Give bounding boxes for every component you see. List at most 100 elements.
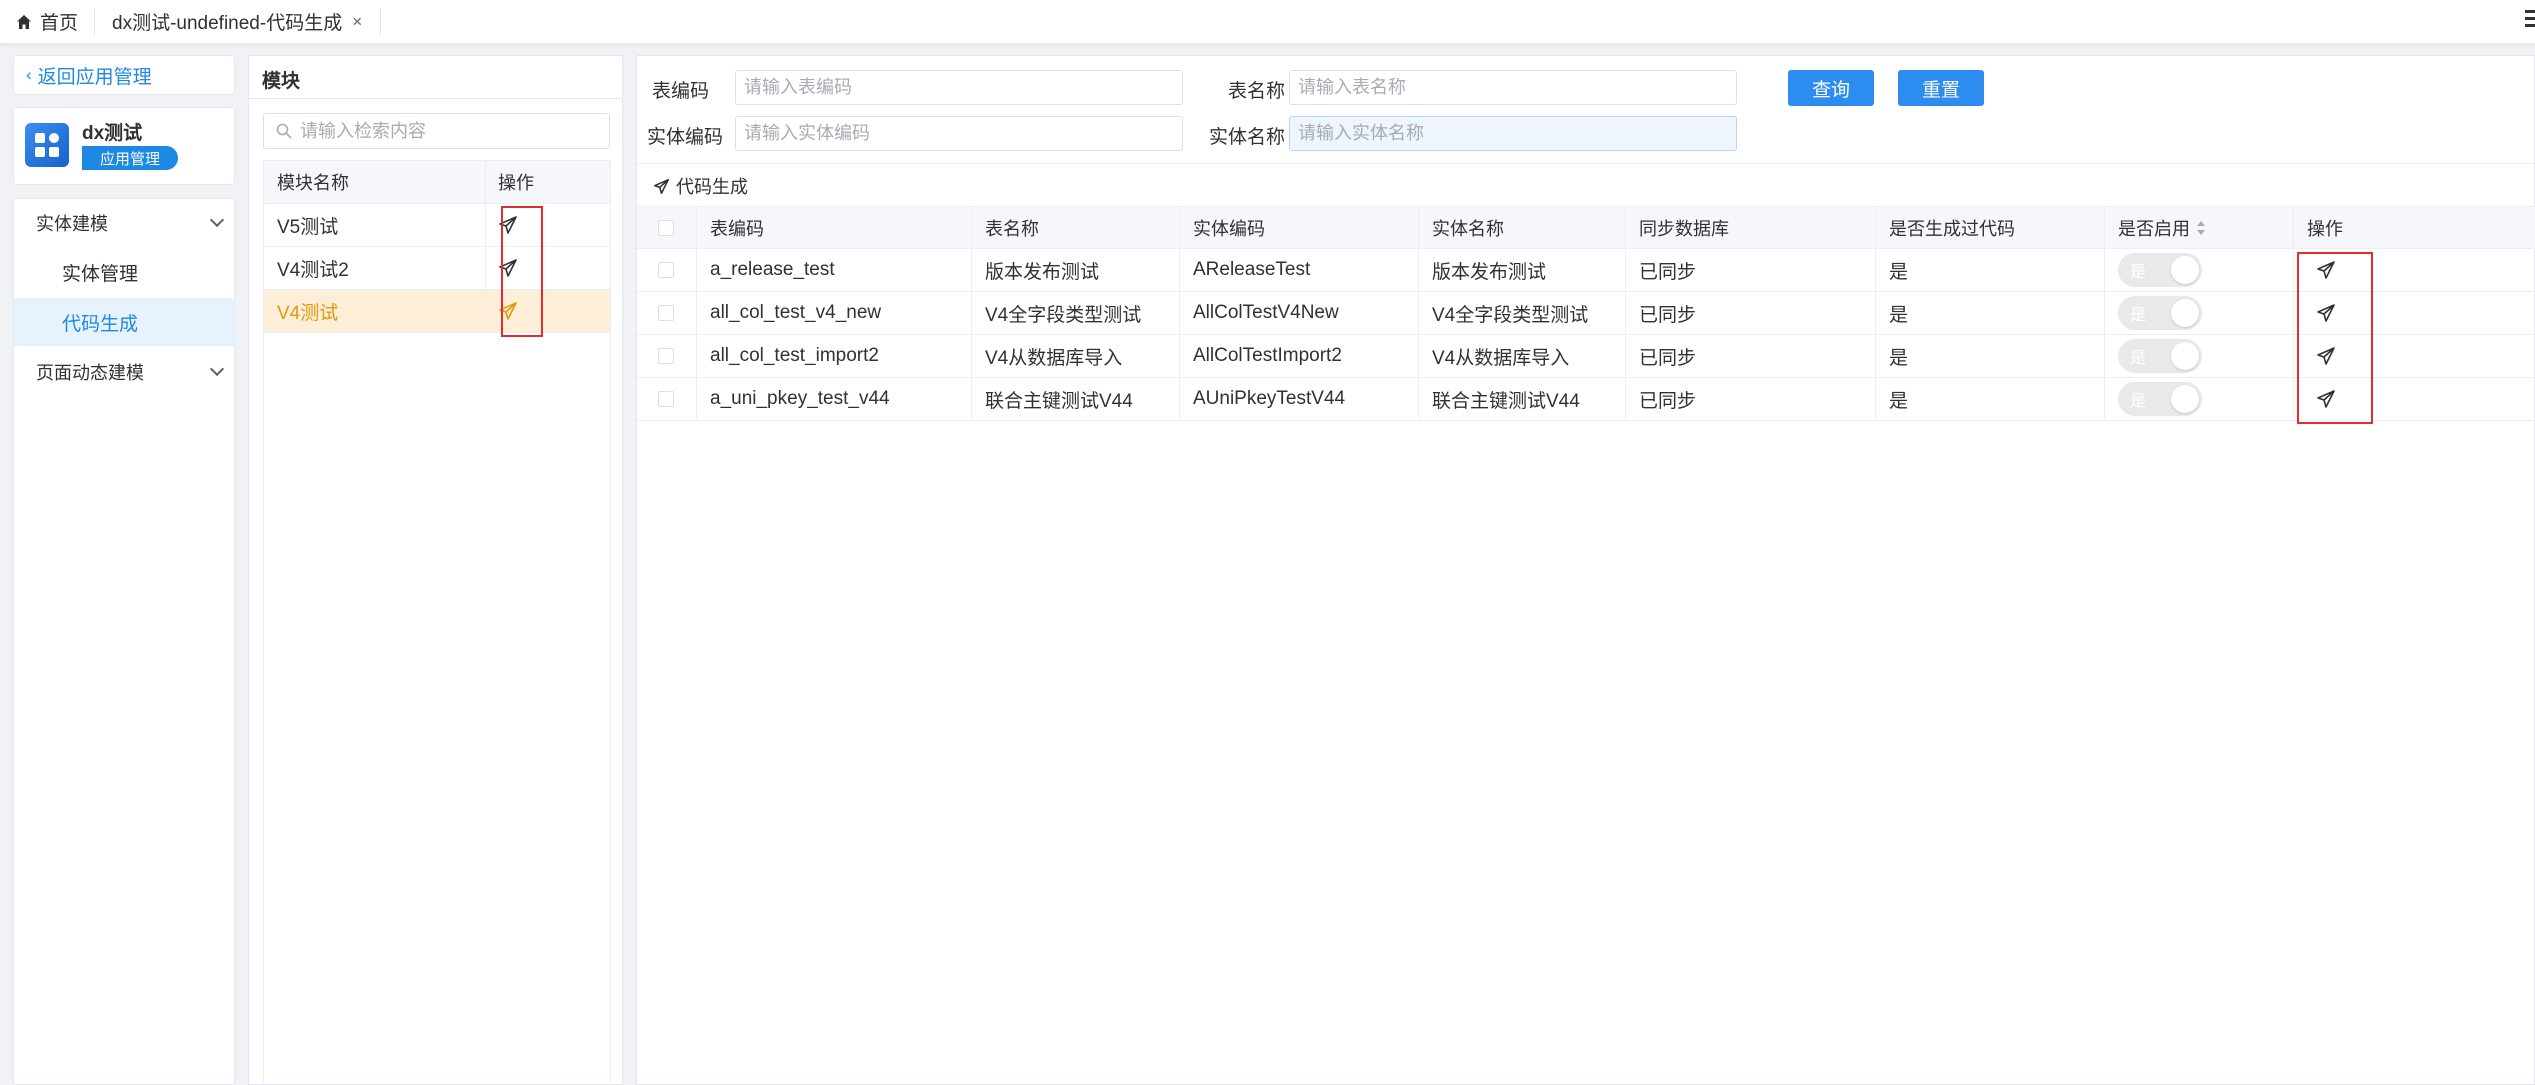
cell-sync-status: 已同步	[1626, 335, 1876, 377]
tab-home-label: 首页	[40, 13, 79, 34]
cell-enabled: 是	[2105, 378, 2294, 420]
nav-group-page-modeling[interactable]: 页面动态建模	[14, 348, 236, 396]
chevron-down-icon	[209, 212, 225, 228]
divider	[637, 163, 2534, 164]
cell-code-generated: 是	[1876, 292, 2105, 334]
select-all-checkbox[interactable]	[658, 220, 674, 236]
cell-entity-code: AllColTestImport2	[1180, 335, 1419, 377]
sidebar-item-label: 实体管理	[62, 263, 139, 285]
cell-entity-name: V4从数据库导入	[1419, 335, 1626, 377]
sidebar-item-label: 代码生成	[62, 313, 139, 335]
column-header-sync-db: 同步数据库	[1626, 207, 1876, 249]
table-name-label: 表名称	[1227, 81, 1285, 102]
entity-code-input[interactable]	[735, 116, 1183, 151]
row-checkbox[interactable]	[658, 305, 674, 321]
enabled-toggle-label: 是	[2130, 350, 2147, 367]
close-icon[interactable]: ×	[352, 12, 362, 32]
cell-table-code: all_col_test_import2	[697, 335, 972, 377]
cell-sync-status: 已同步	[1626, 292, 1876, 334]
enabled-toggle[interactable]: 是	[2118, 253, 2202, 287]
back-to-app-management-link[interactable]: ‹ 返回应用管理	[13, 55, 235, 95]
cell-entity-code: AReleaseTest	[1180, 249, 1419, 291]
cell-enabled: 是	[2105, 335, 2294, 377]
app-badge[interactable]: 应用管理	[82, 146, 179, 170]
cell-enabled: 是	[2105, 292, 2294, 334]
nav-group-label: 页面动态建模	[36, 363, 144, 383]
more-menu-icon[interactable]	[2525, 10, 2535, 32]
module-row[interactable]: V5测试	[264, 204, 610, 247]
column-header-entity-name: 实体名称	[1419, 207, 1626, 249]
code-generate-button[interactable]: 代码生成	[653, 173, 748, 199]
sidebar-item-code-generation[interactable]: 代码生成	[14, 298, 236, 346]
cell-entity-name: 版本发布测试	[1419, 249, 1626, 291]
table-name-input[interactable]	[1289, 70, 1737, 105]
row-checkbox[interactable]	[658, 348, 674, 364]
checkbox-cell	[637, 249, 697, 291]
tab-code-generation-label: dx测试-undefined-代码生成	[112, 13, 343, 34]
module-search-input[interactable]	[300, 120, 600, 142]
nav-group-entity-modeling[interactable]: 实体建模	[14, 199, 236, 247]
checkbox-cell	[637, 335, 697, 377]
tab-separator	[380, 8, 381, 36]
column-header-enabled-label: 是否启用	[2118, 219, 2190, 239]
table-row[interactable]: a_release_test 版本发布测试 AReleaseTest 版本发布测试 已同…	[637, 249, 2535, 292]
toggle-knob	[2171, 342, 2199, 370]
highlight-box	[2297, 252, 2373, 424]
query-button[interactable]: 查询	[1788, 70, 1874, 106]
table-row[interactable]: all_col_test_v4_new V4全字段类型测试 AllColTestV4…	[637, 292, 2535, 335]
enabled-toggle-label: 是	[2130, 307, 2147, 324]
module-row[interactable]: V4测试2	[264, 247, 610, 290]
table-row[interactable]: all_col_test_import2 V4从数据库导入 AllColTestIm…	[637, 335, 2535, 378]
home-icon	[17, 14, 31, 29]
table-header-row: 表编码 表名称 实体编码 实体名称 同步数据库 是否生成过代码 是否启用 操作	[637, 206, 2535, 249]
table-code-input[interactable]	[735, 70, 1183, 105]
divider	[249, 98, 622, 99]
column-header-enabled[interactable]: 是否启用	[2105, 207, 2294, 249]
enabled-toggle-label: 是	[2130, 393, 2147, 410]
tab-code-generation[interactable]: dx测试-undefined-代码生成 ×	[112, 0, 362, 43]
cell-entity-code: AUniPkeyTestV44	[1180, 378, 1419, 420]
cell-sync-status: 已同步	[1626, 249, 1876, 291]
column-header-table-name: 表名称	[972, 207, 1180, 249]
code-generate-label: 代码生成	[676, 177, 748, 197]
cell-table-code: all_col_test_v4_new	[697, 292, 972, 334]
row-checkbox[interactable]	[658, 391, 674, 407]
highlight-box	[501, 206, 543, 337]
module-table: 模块名称 操作 V5测试 V4测试2 V4测试	[263, 160, 611, 1085]
enabled-toggle[interactable]: 是	[2118, 382, 2202, 416]
cell-entity-name: 联合主键测试V44	[1419, 378, 1626, 420]
chevron-left-icon: ‹	[26, 65, 32, 84]
entity-name-input[interactable]	[1289, 116, 1737, 151]
tab-home[interactable]: 首页	[16, 0, 78, 43]
module-name: V4测试	[264, 290, 486, 332]
module-name: V5测试	[264, 204, 486, 246]
toggle-knob	[2171, 299, 2199, 327]
chevron-down-icon	[209, 361, 225, 377]
entity-code-label: 实体编码	[646, 127, 723, 148]
enabled-toggle[interactable]: 是	[2118, 339, 2202, 373]
cell-entity-name: V4全字段类型测试	[1419, 292, 1626, 334]
header-checkbox-cell	[637, 207, 697, 249]
cell-table-name: V4全字段类型测试	[972, 292, 1180, 334]
cell-table-name: V4从数据库导入	[972, 335, 1180, 377]
table-code-label: 表编码	[651, 81, 709, 102]
reset-button[interactable]: 重置	[1898, 70, 1984, 106]
enabled-toggle-label: 是	[2130, 264, 2147, 281]
sidebar-item-entity-management[interactable]: 实体管理	[14, 248, 236, 296]
checkbox-cell	[637, 292, 697, 334]
module-search-box[interactable]	[263, 113, 610, 149]
enabled-toggle[interactable]: 是	[2118, 296, 2202, 330]
cell-entity-code: AllColTestV4New	[1180, 292, 1419, 334]
sidebar-nav: 实体建模 实体管理 代码生成 页面动态建模	[13, 198, 236, 1085]
cell-table-name: 版本发布测试	[972, 249, 1180, 291]
toggle-knob	[2171, 256, 2199, 284]
toggle-knob	[2171, 385, 2199, 413]
sort-icon[interactable]	[2196, 220, 2206, 236]
module-row-selected[interactable]: V4测试	[264, 290, 610, 333]
module-panel: 模块 模块名称 操作 V5测试 V4测试2 V4测试	[248, 55, 623, 1085]
table-row[interactable]: a_uni_pkey_test_v44 联合主键测试V44 AUniPkeyTest…	[637, 378, 2535, 421]
row-checkbox[interactable]	[658, 262, 674, 278]
cell-enabled: 是	[2105, 249, 2294, 291]
column-header-entity-code: 实体编码	[1180, 207, 1419, 249]
app-info-card: dx测试 应用管理	[13, 107, 235, 185]
